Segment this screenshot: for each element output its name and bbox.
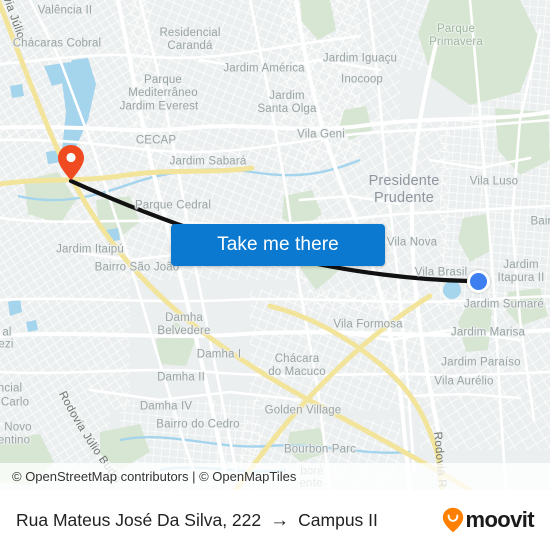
map-canvas[interactable]: via Júlio Rodovia Júlio Budisck Rodovia …	[0, 0, 550, 490]
moovit-logo[interactable]: moovit	[442, 507, 535, 533]
attribution-text[interactable]: © OpenStreetMap contributors | © OpenMap…	[12, 469, 296, 484]
trip-destination: Campus II	[298, 509, 378, 530]
arrow-right-icon: →	[270, 509, 290, 531]
moovit-wordmark: moovit	[465, 507, 534, 532]
map-attribution: © OpenStreetMap contributors | © OpenMap…	[0, 463, 550, 490]
trip-origin: Rua Mateus José Da Silva, 222	[16, 509, 262, 530]
footer-bar: Rua Mateus José Da Silva, 222 → Campus I…	[0, 490, 550, 550]
moovit-trip-map-screen: via Júlio Rodovia Júlio Budisck Rodovia …	[0, 0, 550, 550]
destination-dot[interactable]	[466, 269, 490, 293]
take-me-there-button[interactable]: Take me there	[171, 224, 385, 266]
trip-summary: Rua Mateus José Da Silva, 222 → Campus I…	[16, 510, 378, 531]
moovit-pin-icon	[443, 507, 464, 533]
origin-pin-icon	[58, 145, 84, 180]
